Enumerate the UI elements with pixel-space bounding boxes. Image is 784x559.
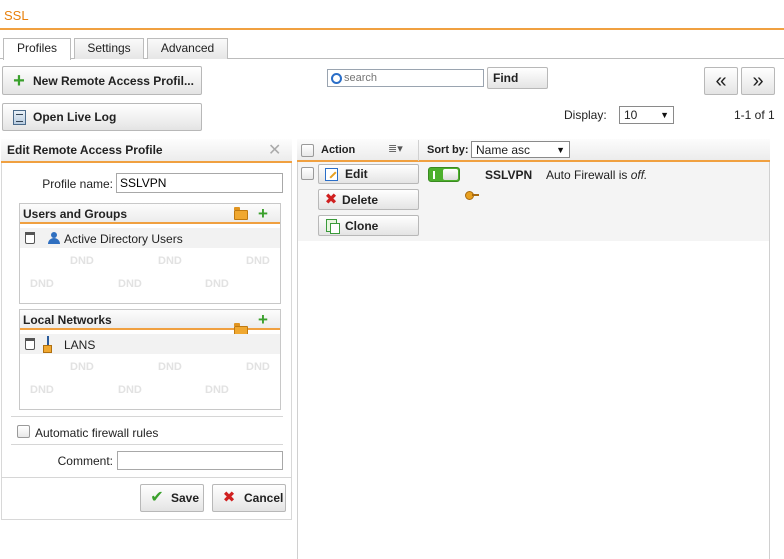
find-button[interactable]: Find [487, 67, 548, 89]
tab-settings[interactable]: Settings [74, 38, 144, 59]
add-user-icon[interactable]: + [258, 205, 268, 222]
add-network-icon[interactable]: + [258, 311, 268, 328]
divider [11, 444, 283, 445]
edit-button[interactable]: Edit [318, 164, 419, 184]
trash-icon[interactable] [25, 232, 35, 244]
dnd-hint: DND [158, 255, 182, 267]
firewall-status: Auto Firewall is off. [546, 168, 647, 182]
open-live-log-label: Open Live Log [33, 110, 117, 124]
list-item[interactable]: LANS [20, 334, 280, 354]
dnd-hint: DND [30, 384, 54, 396]
dnd-hint: DND [205, 278, 229, 290]
open-live-log-button[interactable]: Open Live Log [2, 103, 202, 131]
comment-input[interactable] [117, 451, 283, 470]
delete-icon: ✖ [324, 190, 338, 208]
cancel-label: Cancel [244, 491, 284, 505]
delete-button[interactable]: ✖ Delete [318, 189, 419, 210]
comment-label: Comment: [57, 454, 113, 468]
prev-page-button[interactable]: « [704, 67, 738, 95]
column-menu-icon[interactable]: ≣▾ [388, 142, 403, 155]
new-profile-label: New Remote Access Profil... [33, 73, 194, 88]
local-networks-title: Local Networks [23, 313, 112, 327]
dnd-hint: DND [158, 361, 182, 373]
clone-icon [325, 219, 340, 234]
close-icon[interactable]: ✕ [268, 143, 281, 159]
select-all-checkbox[interactable] [301, 144, 314, 157]
profile-name-cell: SSLVPN [485, 168, 533, 182]
save-button[interactable]: ✔ Save [140, 484, 204, 512]
sort-select[interactable]: Name asc ▼ [471, 141, 570, 158]
chevron-down-icon: ▼ [556, 144, 565, 155]
profile-name-input[interactable] [116, 173, 283, 193]
edit-icon [324, 167, 338, 181]
dnd-hint: DND [118, 278, 142, 290]
plus-icon: + [13, 69, 25, 92]
users-groups-title: Users and Groups [23, 207, 128, 221]
dnd-hint: DND [30, 278, 54, 290]
enable-toggle[interactable] [428, 167, 460, 182]
action-column-header: Action [321, 144, 356, 156]
save-label: Save [171, 491, 200, 505]
chevron-down-icon: ▼ [660, 110, 669, 120]
profile-name-label: Profile name: [42, 177, 113, 191]
title-divider [0, 28, 784, 30]
clone-button[interactable]: Clone [318, 215, 419, 236]
folder-icon[interactable] [234, 207, 248, 220]
edit-label: Edit [345, 167, 368, 181]
search-input[interactable] [342, 72, 477, 84]
row-checkbox[interactable] [301, 167, 314, 180]
clone-label: Clone [345, 218, 379, 233]
cancel-icon: ✖ [222, 489, 236, 506]
network-icon [47, 336, 49, 352]
list-item-label: LANS [64, 338, 96, 352]
display-select[interactable]: 10 ▼ [619, 106, 674, 124]
check-icon: ✔ [150, 489, 164, 506]
cancel-button[interactable]: ✖ Cancel [212, 484, 286, 512]
next-page-button[interactable]: » [741, 67, 775, 95]
sort-label: Sort by: [427, 144, 469, 156]
search-icon [331, 72, 342, 84]
divider [11, 416, 283, 417]
page-info: 1-1 of 1 [734, 108, 775, 122]
edit-panel-title: Edit Remote Access Profile [7, 143, 163, 157]
log-icon [12, 109, 26, 125]
dnd-hint: DND [205, 384, 229, 396]
trash-icon[interactable] [25, 338, 35, 350]
divider [1, 477, 292, 478]
tab-profiles[interactable]: Profiles [3, 38, 71, 60]
firewall-status-value: off. [630, 168, 648, 182]
tab-advanced[interactable]: Advanced [147, 38, 228, 59]
dnd-hint: DND [70, 255, 94, 267]
edit-panel-header: Edit Remote Access Profile [1, 139, 292, 163]
display-value: 10 [624, 108, 638, 122]
auto-firewall-checkbox[interactable] [17, 425, 30, 438]
list-item-label: Active Directory Users [64, 232, 183, 246]
column-divider [418, 140, 419, 161]
app-title: SSL [4, 8, 29, 23]
delete-label: Delete [342, 192, 379, 207]
sort-value: Name asc [476, 142, 531, 157]
new-profile-button[interactable]: + New Remote Access Profil... [2, 66, 202, 95]
dnd-hint: DND [246, 361, 270, 373]
dnd-hint: DND [246, 255, 270, 267]
display-label: Display: [564, 108, 607, 122]
auto-firewall-label: Automatic firewall rules [35, 426, 159, 440]
firewall-status-prefix: Auto Firewall is [546, 168, 631, 182]
dnd-hint: DND [118, 384, 142, 396]
search-box [327, 69, 484, 87]
dnd-hint: DND [70, 361, 94, 373]
list-item[interactable]: Active Directory Users [20, 228, 280, 248]
